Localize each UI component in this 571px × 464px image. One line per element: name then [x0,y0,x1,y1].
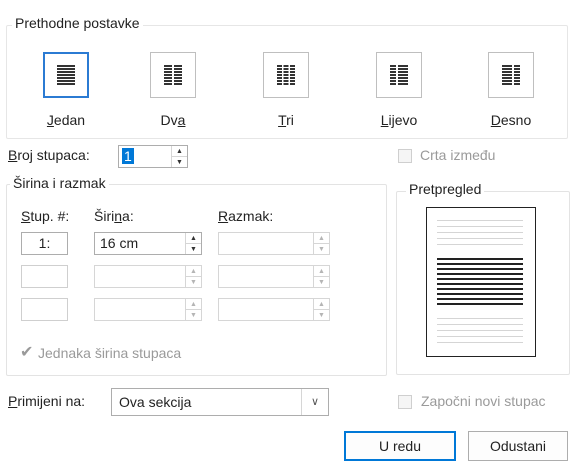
start-new-column-label: Započni novi stupac [421,393,546,409]
apply-to-label: Primijeni na: [8,393,86,409]
equal-width-label: Jednaka širina stupaca [38,345,182,361]
preview-legend: Pretpregled [406,181,485,197]
spacing-spinner-3[interactable]: ▲ ▼ [313,299,329,320]
width-spacing-legend: Širina i razmak [10,175,109,191]
preset-three-label: Tri [278,112,294,128]
width-header: Širina: [94,208,134,224]
spin-up-icon[interactable]: ▲ [186,233,201,243]
width-spinner-1[interactable]: ▲ ▼ [185,233,201,254]
column-number-1: 1: [21,232,68,255]
apply-to-select[interactable]: Ova sekcija ∨ [111,388,329,416]
three-columns-icon [277,65,295,85]
start-new-column-checkbox[interactable] [398,395,412,409]
ok-button[interactable]: U redu [344,431,456,461]
spin-down-icon: ▼ [186,309,201,320]
left-column-icon [390,65,408,85]
spin-down-icon[interactable]: ▼ [186,243,201,254]
width-spinner-2[interactable]: ▲ ▼ [185,266,201,287]
spacing-spinner-2[interactable]: ▲ ▼ [313,266,329,287]
preset-two-button[interactable] [150,52,196,98]
spin-down-icon: ▼ [186,276,201,287]
two-columns-icon [164,65,182,85]
one-column-icon [57,65,75,85]
spin-down-icon: ▼ [314,243,329,254]
presets-legend: Prethodne postavke [12,15,143,31]
spin-down-icon: ▼ [314,309,329,320]
checkmark-icon: ✔ [20,344,34,361]
column-number-2 [21,265,68,288]
spacing-header: Razmak: [218,208,274,224]
preset-one-label: Jedan [46,112,86,128]
preview-page [426,207,536,357]
column-number-3 [21,298,68,321]
spin-up-icon[interactable]: ▲ [172,146,187,156]
equal-width-checkbox[interactable]: ✔ [20,344,34,361]
spacing-spinner-1[interactable]: ▲ ▼ [313,233,329,254]
column-count-label: Broj stupaca: [8,147,90,163]
chevron-down-icon[interactable]: ∨ [301,389,328,415]
spin-up-icon: ▲ [318,300,325,308]
col-number-header: Stup. #: [21,208,70,224]
preset-right-label: Desno [490,112,532,128]
column-count-value: 1 [122,148,134,164]
apply-to-value: Ova sekcija [119,394,192,410]
preset-one-button[interactable] [43,52,89,98]
spin-down-icon: ▼ [314,276,329,287]
preset-left-button[interactable] [376,52,422,98]
spin-down-icon[interactable]: ▼ [172,156,187,167]
column-count-spinner[interactable]: ▲ ▼ [171,146,187,167]
cancel-button[interactable]: Odustani [468,431,568,461]
spin-up-icon: ▲ [190,267,197,275]
right-column-icon [502,65,520,85]
preset-three-button[interactable] [263,52,309,98]
preset-right-button[interactable] [488,52,534,98]
width-spinner-3[interactable]: ▲ ▼ [185,299,201,320]
line-between-label: Crta između [420,147,496,163]
spin-up-icon: ▲ [318,234,325,242]
spin-up-icon: ▲ [318,267,325,275]
preset-two-label: Dva [160,112,186,128]
spin-up-icon: ▲ [190,300,197,308]
preset-left-label: Lijevo [380,112,418,128]
line-between-checkbox[interactable] [398,149,412,163]
